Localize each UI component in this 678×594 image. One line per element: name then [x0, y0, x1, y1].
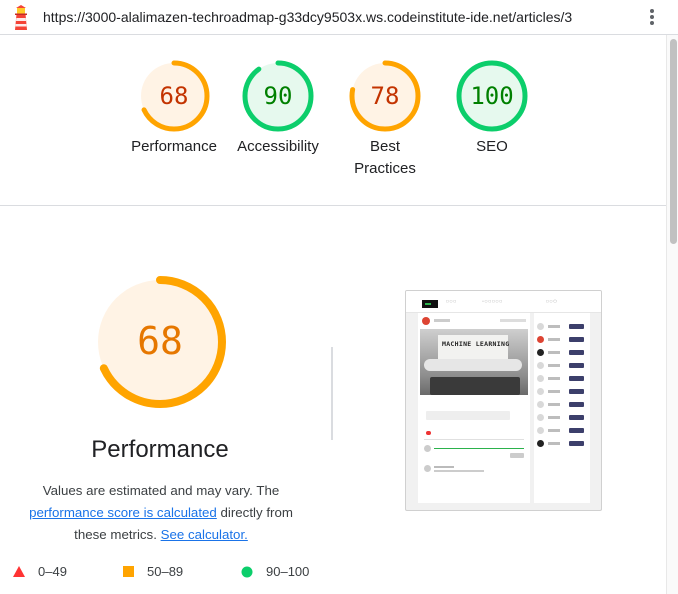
nav-link: ▢ ▢ ◯ [546, 299, 557, 303]
user-row [537, 362, 585, 370]
gauge-score: 100 [470, 82, 514, 110]
gauge-performance[interactable]: 68 Performance [127, 59, 221, 158]
user-row [537, 349, 585, 357]
legend-fail: 0–49 [13, 564, 67, 579]
legend-range: 90–100 [266, 564, 310, 579]
vertical-divider [331, 347, 333, 440]
desc-text: Values are estimated and may vary. The [42, 483, 280, 498]
legend-pass: 90–100 [241, 564, 309, 579]
gauge-score: 68 [159, 82, 189, 110]
user-row [537, 401, 585, 409]
score-calculated-link[interactable]: performance score is calculated [29, 505, 217, 520]
gauge-label: SEO [476, 138, 508, 155]
performance-title: Performance [91, 436, 229, 463]
nav-link: ▢ ▢ ▢ [446, 299, 457, 303]
red-triangle-icon [13, 566, 25, 577]
performance-description: Values are estimated and may vary. The p… [20, 480, 302, 546]
scrollbar-thumb[interactable] [670, 39, 677, 244]
image-caption [426, 411, 510, 420]
user-row [537, 414, 585, 422]
orange-square-icon [123, 566, 134, 577]
user-row [537, 336, 585, 344]
gauge-label: Performance [131, 138, 217, 155]
user-row [537, 388, 585, 396]
gauge-label: Best Practices [354, 138, 416, 177]
page-url[interactable]: https://3000-alalimazen-techroadmap-g33d… [43, 9, 572, 25]
screenshot-navbar: ▢ ▢ ▢ ⌂ ▢ ▢ ▢ ▢ ▢ ▢ ▢ ◯ [406, 291, 601, 313]
legend-range: 50–89 [147, 564, 184, 579]
user-row [537, 323, 585, 331]
user-row [537, 440, 585, 448]
lighthouse-icon [15, 5, 27, 30]
article-image: MACHINE LEARNING [420, 329, 528, 395]
image-caption-text: MACHINE LEARNING [442, 340, 510, 348]
legend-range: 0–49 [38, 564, 67, 579]
gauge-label: Accessibility [237, 138, 319, 155]
performance-score: 68 [137, 319, 183, 363]
url-bar: https://3000-alalimazen-techroadmap-g33d… [0, 0, 678, 35]
kebab-menu-icon[interactable] [645, 6, 659, 28]
gauge-score: 90 [263, 82, 293, 110]
gauge-score: 78 [370, 82, 400, 110]
legend-average: 50–89 [123, 564, 183, 579]
site-logo [422, 300, 438, 308]
section-divider [0, 205, 666, 206]
user-row [537, 427, 585, 435]
gauge-seo[interactable]: 100 SEO [455, 59, 529, 158]
see-calculator-link[interactable]: See calculator. [161, 527, 248, 542]
green-circle-icon [241, 566, 253, 577]
gauge-accessibility[interactable]: 90 Accessibility [228, 59, 328, 158]
vertical-scrollbar[interactable] [666, 35, 678, 594]
nav-link: ⌂ ▢ ▢ ▢ ▢ ▢ [482, 299, 503, 303]
gauge-best-practices[interactable]: 78 Best Practices [348, 59, 422, 180]
final-screenshot[interactable]: ▢ ▢ ▢ ⌂ ▢ ▢ ▢ ▢ ▢ ▢ ▢ ◯ MACHINE LEARNING [405, 290, 602, 511]
user-row [537, 375, 585, 383]
